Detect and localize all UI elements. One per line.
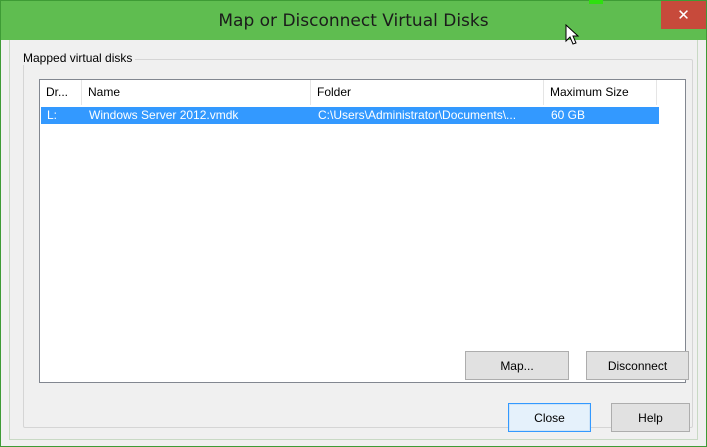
column-header-max-size[interactable]: Maximum Size — [544, 80, 657, 105]
close-button[interactable]: Close — [508, 403, 591, 432]
groupbox-label: Mapped virtual disks — [20, 51, 136, 65]
green-indicator — [589, 0, 603, 4]
mouse-pointer-icon — [565, 24, 580, 45]
cell-folder: C:\Users\Administrator\Documents\... — [318, 108, 517, 122]
map-button[interactable]: Map... — [465, 351, 569, 380]
dialog-body: Mapped virtual disks Dr... Name Folder M… — [9, 40, 698, 440]
column-header-folder[interactable]: Folder — [311, 80, 544, 105]
mapped-disks-list[interactable]: Dr... Name Folder Maximum Size L: Window… — [39, 79, 686, 383]
column-header-drive[interactable]: Dr... — [40, 80, 82, 105]
title-bar[interactable]: Map or Disconnect Virtual Disks ✕ — [1, 1, 706, 40]
column-header-filler — [657, 80, 685, 105]
disconnect-button[interactable]: Disconnect — [586, 351, 689, 380]
list-header: Dr... Name Folder Maximum Size — [40, 80, 685, 105]
cell-name: Windows Server 2012.vmdk — [89, 108, 239, 122]
dialog-window: Map or Disconnect Virtual Disks ✕ Mapped… — [0, 0, 707, 447]
column-header-name[interactable]: Name — [82, 80, 311, 105]
list-item[interactable]: L: Windows Server 2012.vmdk C:\Users\Adm… — [41, 107, 659, 124]
close-window-button[interactable]: ✕ — [661, 1, 706, 29]
cell-max-size: 60 GB — [551, 108, 586, 122]
cell-drive: L: — [47, 108, 58, 122]
window-title: Map or Disconnect Virtual Disks — [218, 11, 489, 31]
help-button[interactable]: Help — [611, 403, 690, 432]
